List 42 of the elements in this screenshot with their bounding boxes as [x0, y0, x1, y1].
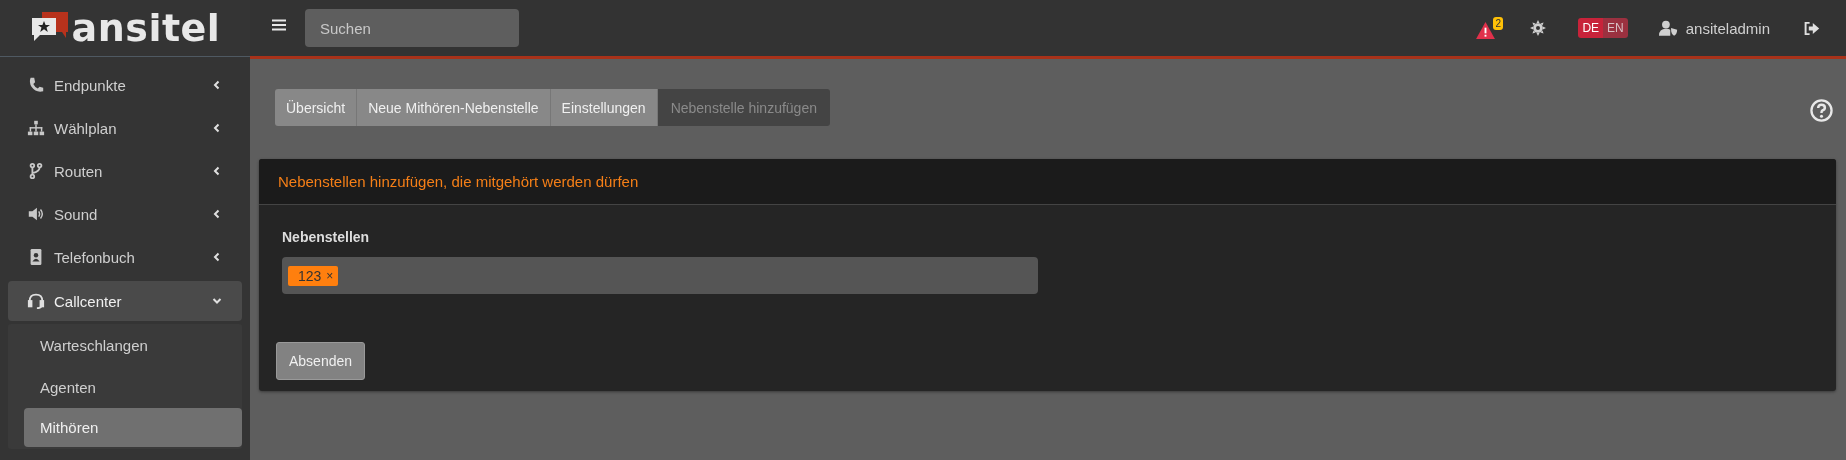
sidebar-item[interactable]: Routen	[8, 150, 242, 192]
alert-count: 2	[1493, 17, 1503, 30]
nav-icon	[27, 205, 45, 223]
sidebar-item[interactable]: Endpunkte	[8, 64, 242, 106]
language-button[interactable]: DE	[1578, 18, 1604, 38]
submenu-item[interactable]: Warteschlangen	[8, 324, 242, 366]
chevron-icon	[212, 80, 222, 90]
search-field[interactable]: Suchen	[305, 9, 519, 47]
remove-tag-icon[interactable]: ×	[326, 268, 334, 283]
chevron-icon	[212, 123, 222, 133]
breadcrumb-link[interactable]: Neue Mithören-Nebenstelle	[357, 89, 551, 126]
nav-icon	[27, 292, 45, 310]
menu-icon[interactable]	[272, 18, 286, 31]
brand-name: ansitel	[71, 9, 221, 47]
language-button[interactable]: EN	[1603, 18, 1628, 38]
submenu-item[interactable]: Mithören	[24, 408, 242, 447]
breadcrumb-link[interactable]: Nebenstelle hinzufügen	[657, 89, 830, 126]
user-name[interactable]: ansiteladmin	[1685, 19, 1770, 37]
sidebar-item[interactable]: Sound	[8, 193, 242, 235]
nav-icon	[27, 119, 45, 137]
submit-button[interactable]: Absenden	[276, 342, 366, 380]
user-shield-icon	[1658, 20, 1678, 36]
sidebar-item[interactable]: Callcenter	[8, 281, 242, 321]
chevron-icon	[212, 166, 222, 176]
sidebar-item[interactable]: Telefonbuch	[8, 236, 242, 278]
nav-icon	[27, 76, 45, 94]
logout-icon[interactable]	[1804, 21, 1820, 35]
card-title: Nebenstellen hinzufügen, die mitgehört werden dürfen	[278, 173, 639, 190]
settings-icon[interactable]	[1530, 20, 1547, 36]
tag-input-field[interactable]: 123 ×	[282, 257, 1038, 294]
breadcrumb-link[interactable]: Einstellungen	[550, 89, 658, 126]
submenu-item[interactable]: Agenten	[8, 366, 242, 408]
chevron-icon	[212, 209, 222, 219]
nav-icon	[27, 162, 45, 180]
field-label: Nebenstellen	[282, 229, 371, 245]
chevron-icon	[212, 296, 222, 306]
tag-label: 123	[298, 267, 322, 284]
breadcrumb-link[interactable]: Übersicht	[275, 89, 358, 126]
warning-icon[interactable]	[1476, 22, 1496, 39]
help-icon[interactable]	[1810, 99, 1833, 122]
sidebar-item[interactable]: Wählplan	[8, 107, 242, 149]
chevron-icon	[212, 252, 222, 262]
